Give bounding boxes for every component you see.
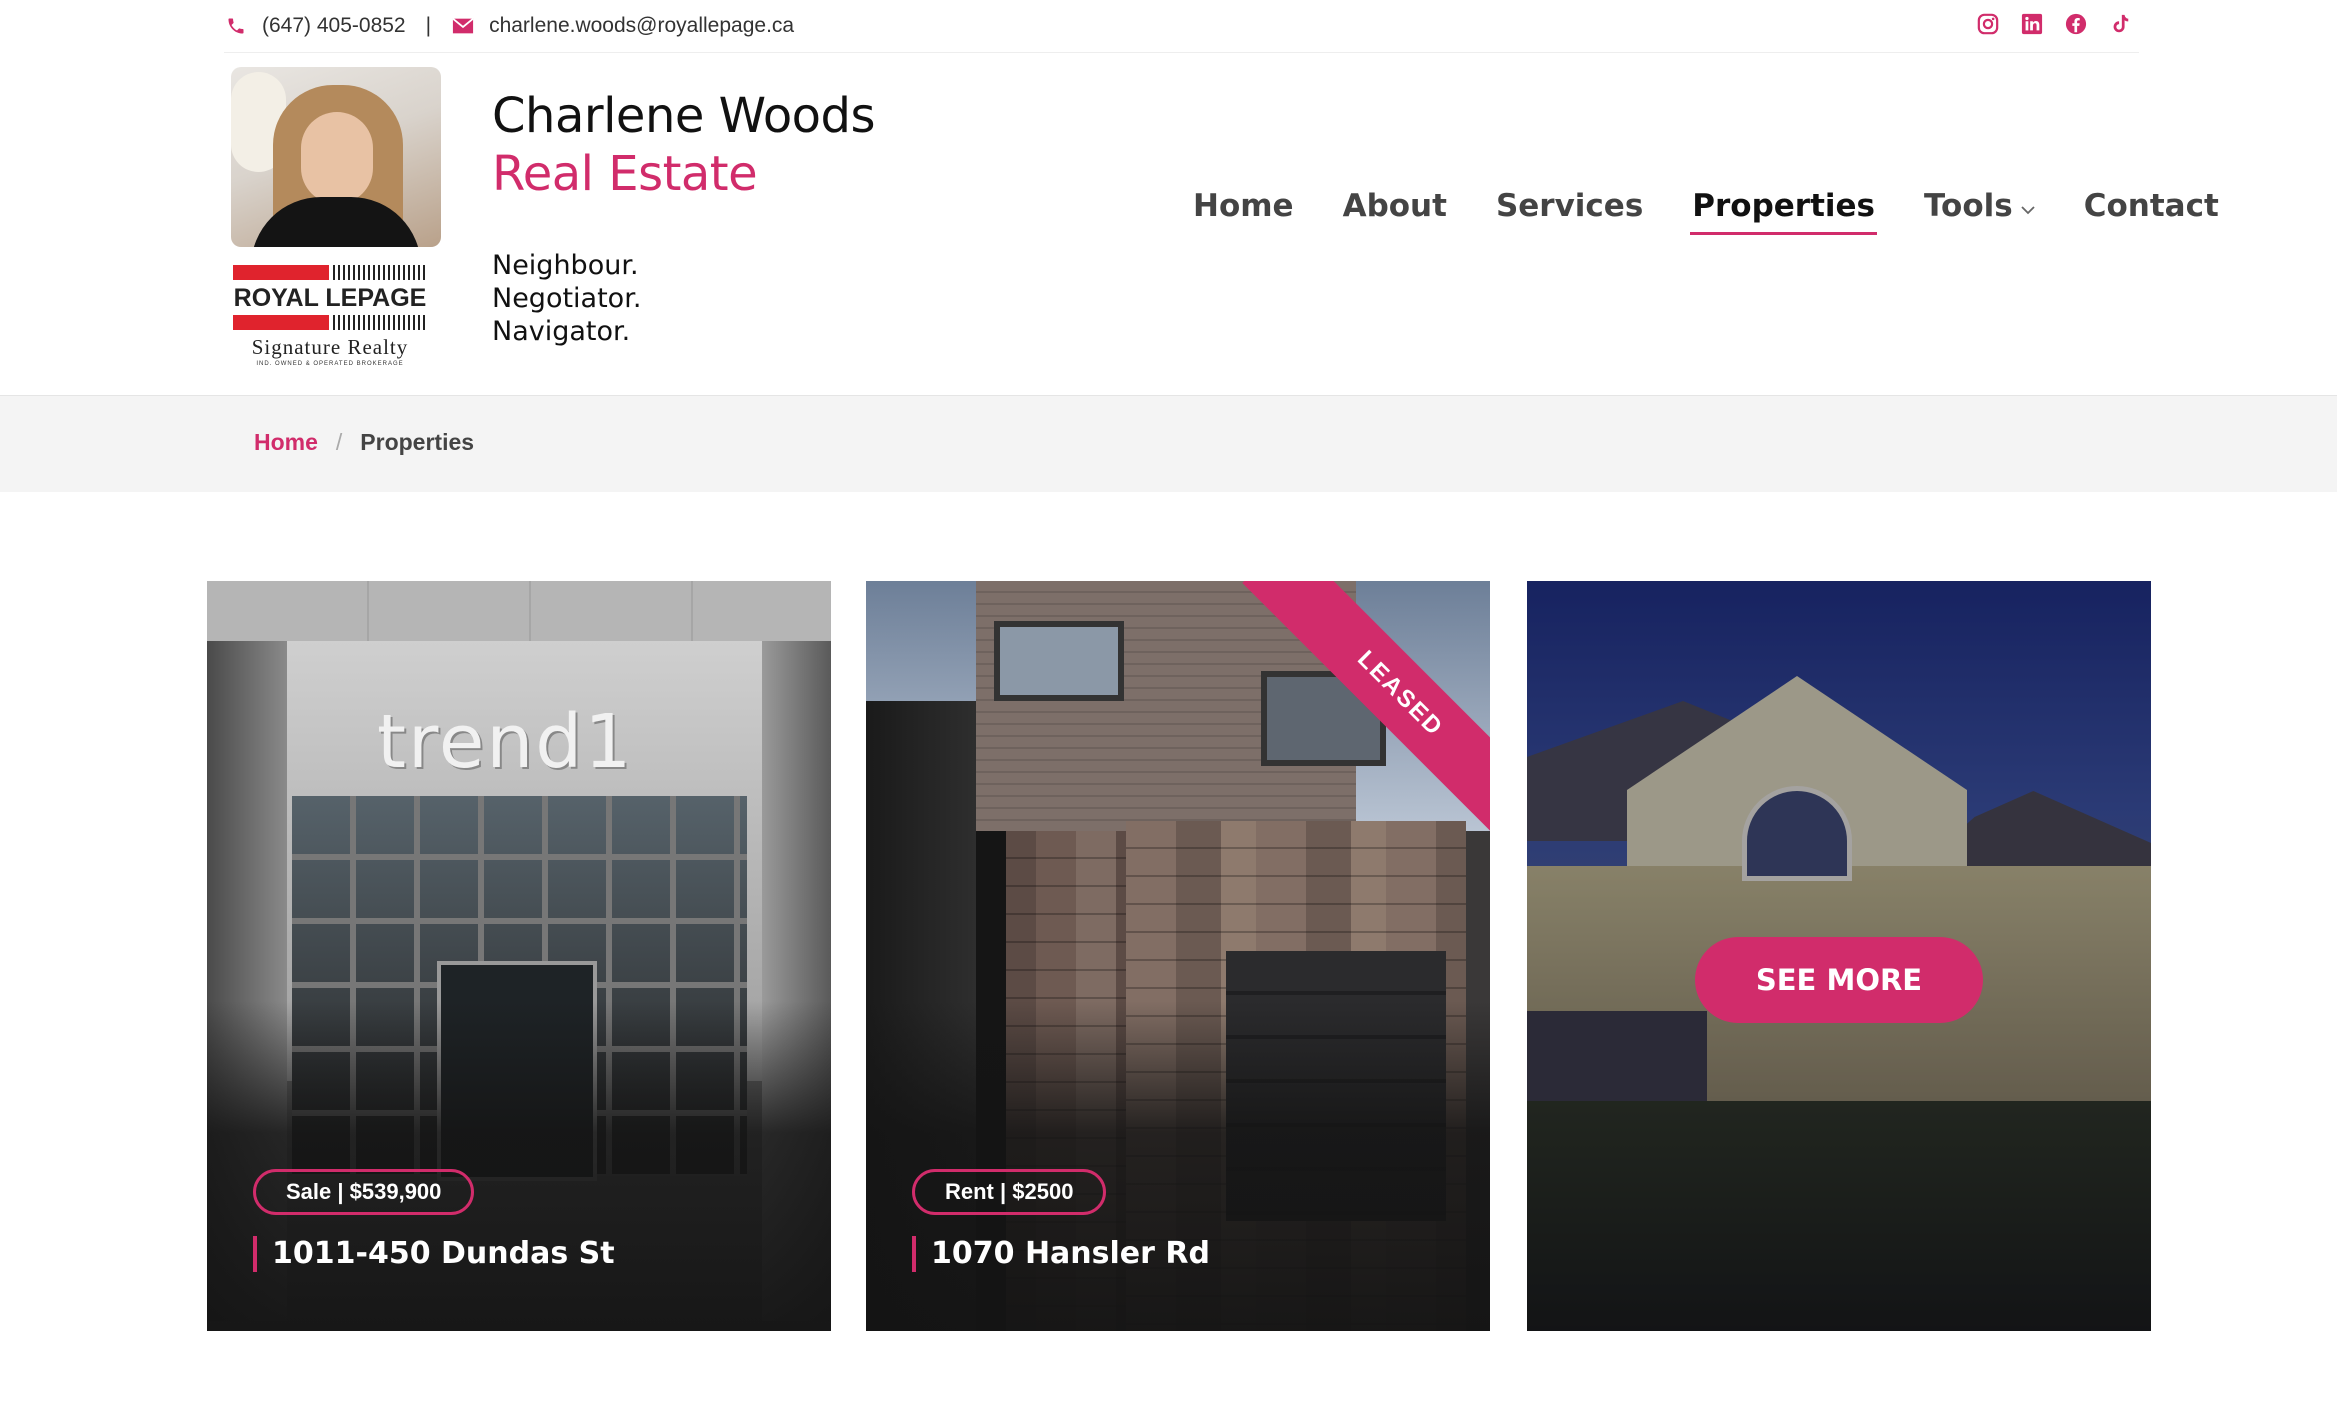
tiktok-icon[interactable] <box>2108 12 2132 36</box>
property-address[interactable]: 1070 Hansler Rd <box>912 1236 1210 1272</box>
phone-icon <box>224 14 248 38</box>
price-badge: Sale | $539,900 <box>253 1169 475 1215</box>
breadcrumb-separator: / <box>335 429 343 455</box>
tagline-navigator: Navigator. <box>492 316 631 347</box>
contact-info: (647) 405-0852 | charlene.woods@royallep… <box>224 10 794 42</box>
brokerage-logo[interactable]: ROYAL LEPAGE Signature Realty IND. OWNED… <box>233 265 427 371</box>
breadcrumb-home[interactable]: Home <box>254 429 318 455</box>
social-links <box>1976 12 2132 36</box>
property-card[interactable]: LEASED Rent | $2500 1070 Hansler Rd <box>866 581 1490 1331</box>
breadcrumb: Home / Properties <box>254 429 474 456</box>
see-more-card[interactable]: SEE MORE <box>1527 581 2151 1331</box>
nav-contact[interactable]: Contact <box>2084 188 2219 234</box>
top-contact-bar: (647) 405-0852 | charlene.woods@royallep… <box>0 0 2337 52</box>
agent-photo <box>231 67 441 247</box>
leased-banner: LEASED <box>1242 581 1490 841</box>
see-more-button[interactable]: SEE MORE <box>1695 937 1983 1023</box>
email-icon <box>451 14 475 38</box>
nav-about[interactable]: About <box>1343 188 1447 234</box>
email-link[interactable]: charlene.woods@royallepage.ca <box>489 14 794 38</box>
main-nav: Home About Services Properties Tools Con… <box>1193 188 2219 235</box>
logo-tiny-text: IND. OWNED & OPERATED BROKERAGE <box>256 361 404 367</box>
breadcrumb-bar: Home / Properties <box>0 395 2337 492</box>
nav-tools-label: Tools <box>1924 188 2013 224</box>
property-address[interactable]: 1011-450 Dundas St <box>253 1236 615 1272</box>
tagline-negotiator: Negotiator. <box>492 283 642 314</box>
nav-services[interactable]: Services <box>1496 188 1643 234</box>
site-title[interactable]: Charlene Woods <box>492 88 876 144</box>
contact-separator: | <box>425 14 432 37</box>
tagline-neighbour: Neighbour. <box>492 250 639 281</box>
phone-link[interactable]: (647) 405-0852 <box>262 14 406 38</box>
facebook-icon[interactable] <box>2064 12 2088 36</box>
nav-home[interactable]: Home <box>1193 188 1294 234</box>
instagram-icon[interactable] <box>1976 12 2000 36</box>
linkedin-icon[interactable] <box>2020 12 2044 36</box>
building-sign: trend1 <box>377 699 634 785</box>
nav-tools[interactable]: Tools <box>1924 188 2035 234</box>
logo-sub-text: Signature Realty <box>251 335 409 359</box>
chevron-down-icon <box>2021 196 2035 220</box>
nav-properties[interactable]: Properties <box>1690 188 1877 235</box>
price-badge: Rent | $2500 <box>912 1169 1107 1215</box>
property-card[interactable]: trend1 Sale | $539,900 1011-450 Dundas S… <box>207 581 831 1331</box>
site-subtitle[interactable]: Real Estate <box>492 146 758 202</box>
breadcrumb-current: Properties <box>360 429 475 455</box>
top-divider <box>224 52 2139 53</box>
logo-brand-text: ROYAL LEPAGE <box>233 284 427 312</box>
